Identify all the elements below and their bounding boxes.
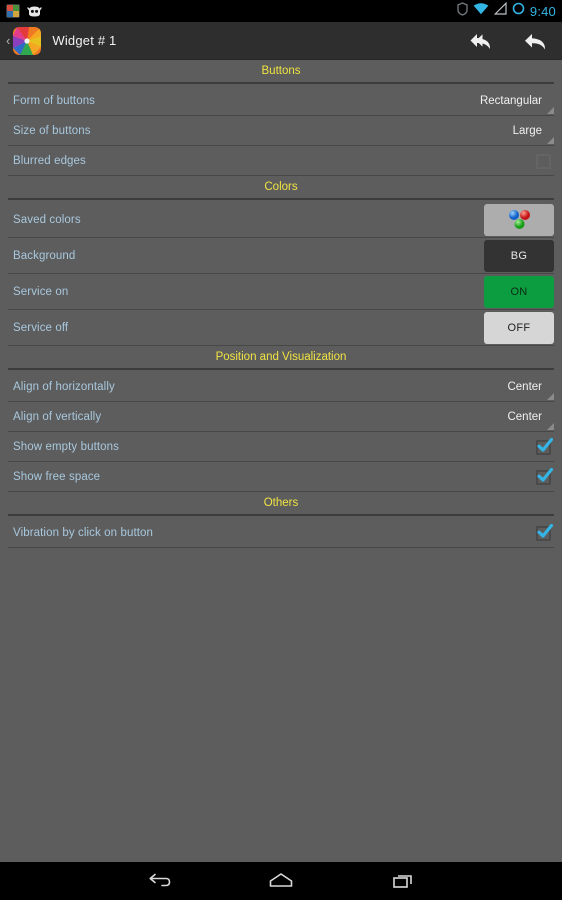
row-label: Background (13, 250, 76, 262)
checkbox-show-empty-buttons[interactable] (536, 437, 553, 455)
chevron-down-icon (547, 422, 554, 430)
spinner-value: Center (507, 410, 542, 423)
section-divider (8, 82, 554, 84)
back-icon (149, 873, 171, 887)
row-service-off-color[interactable]: Service off OFF (0, 310, 562, 346)
spinner-value: Center (507, 380, 542, 393)
row-align-vertically[interactable]: Align of vertically Center (0, 402, 562, 432)
page-title: Widget # 1 (52, 33, 117, 48)
row-label: Show empty buttons (13, 441, 119, 453)
checkbox-blurred-edges[interactable] (536, 153, 551, 169)
check-icon (537, 467, 553, 482)
swatch-service-off[interactable]: OFF (484, 312, 554, 344)
section-header-others: Others (0, 492, 562, 518)
swatch-saved-colors[interactable] (484, 204, 554, 236)
nav-recents-button[interactable] (386, 868, 420, 894)
row-control: Rectangular (475, 91, 554, 116)
signal-triangle-icon (493, 1, 507, 20)
nav-back-button[interactable] (142, 868, 176, 894)
status-bar: 9:40 (0, 0, 562, 22)
row-label: Show free space (13, 471, 101, 483)
row-control: OFF (484, 312, 554, 344)
section-divider (8, 198, 554, 200)
cyanogen-robot-icon (27, 5, 42, 18)
row-background-color[interactable]: Background BG (0, 238, 562, 274)
row-control (536, 523, 554, 541)
row-service-on-color[interactable]: Service on ON (0, 274, 562, 310)
color-balls-icon (509, 210, 530, 229)
row-control: ON (484, 276, 554, 308)
home-icon (269, 873, 293, 887)
nav-home-button[interactable] (264, 868, 298, 894)
row-control: BG (484, 240, 554, 272)
section-header-position-visualization: Position and Visualization (0, 346, 562, 372)
row-control: Center (503, 407, 554, 432)
device-screen: 9:40 ‹ Widget # 1 Buttons Form of button… (0, 0, 562, 900)
check-icon (537, 437, 553, 452)
undo-button[interactable] (522, 28, 548, 54)
row-control (484, 204, 554, 236)
check-icon (537, 523, 553, 538)
pinwheel-app-icon[interactable] (13, 26, 42, 55)
row-size-of-buttons[interactable]: Size of buttons Large (0, 116, 562, 146)
swatch-service-on[interactable]: ON (484, 276, 554, 308)
spinner-form-of-buttons[interactable]: Rectangular (475, 91, 554, 116)
row-blurred-edges[interactable]: Blurred edges (0, 146, 562, 176)
row-align-horizontally[interactable]: Align of horizontally Center (0, 372, 562, 402)
section-header-colors: Colors (0, 176, 562, 202)
row-label: Blurred edges (13, 155, 86, 167)
checkbox-vibration-by-click[interactable] (536, 523, 553, 541)
spinner-align-horizontally[interactable]: Center (503, 377, 554, 402)
status-bar-clock: 9:40 (529, 3, 556, 19)
spinner-size-of-buttons[interactable]: Large (508, 121, 554, 146)
checkbox-show-free-space[interactable] (536, 467, 553, 485)
row-label: Service on (13, 286, 69, 298)
section-header-buttons: Buttons (0, 60, 562, 86)
navigation-bar (0, 862, 562, 900)
section-title: Colors (264, 181, 298, 193)
row-control (536, 437, 554, 455)
row-control (536, 153, 554, 169)
row-control: Large (508, 121, 554, 146)
swatch-background[interactable]: BG (484, 240, 554, 272)
circle-status-icon (512, 2, 525, 20)
row-show-free-space[interactable]: Show free space (0, 462, 562, 492)
row-label: Form of buttons (13, 95, 96, 107)
settings-list: Buttons Form of buttons Rectangular Size… (0, 60, 562, 548)
section-title: Buttons (261, 65, 301, 77)
section-title: Position and Visualization (215, 351, 347, 363)
undo-all-button[interactable] (468, 28, 494, 54)
action-bar-buttons (468, 28, 548, 54)
section-divider (8, 514, 554, 516)
up-caret-icon[interactable]: ‹ (6, 34, 10, 47)
section-divider (8, 368, 554, 370)
row-label: Service off (13, 322, 69, 334)
row-control (536, 467, 554, 485)
row-saved-colors[interactable]: Saved colors (0, 202, 562, 238)
action-bar: ‹ Widget # 1 (0, 22, 562, 60)
section-title: Others (263, 497, 299, 509)
status-bar-right-icons: 9:40 (457, 1, 556, 21)
row-show-empty-buttons[interactable]: Show empty buttons (0, 432, 562, 462)
row-form-of-buttons[interactable]: Form of buttons Rectangular (0, 86, 562, 116)
row-label: Saved colors (13, 214, 81, 226)
chevron-down-icon (547, 392, 554, 400)
chevron-down-icon (547, 106, 554, 114)
row-label: Size of buttons (13, 125, 91, 137)
row-label: Align of horizontally (13, 381, 115, 393)
wifi-icon (473, 2, 489, 20)
spinner-value: Large (512, 124, 542, 137)
row-control: Center (503, 377, 554, 402)
row-label: Align of vertically (13, 411, 102, 423)
recents-icon (393, 875, 412, 888)
shield-icon (457, 1, 468, 21)
spinner-align-vertically[interactable]: Center (503, 407, 554, 432)
row-vibration-by-click[interactable]: Vibration by click on button (0, 518, 562, 548)
chevron-down-icon (547, 136, 554, 144)
row-label: Vibration by click on button (13, 527, 154, 539)
spinner-value: Rectangular (479, 94, 542, 107)
app-tile-icon (6, 4, 20, 18)
status-bar-left-icons (6, 4, 42, 18)
